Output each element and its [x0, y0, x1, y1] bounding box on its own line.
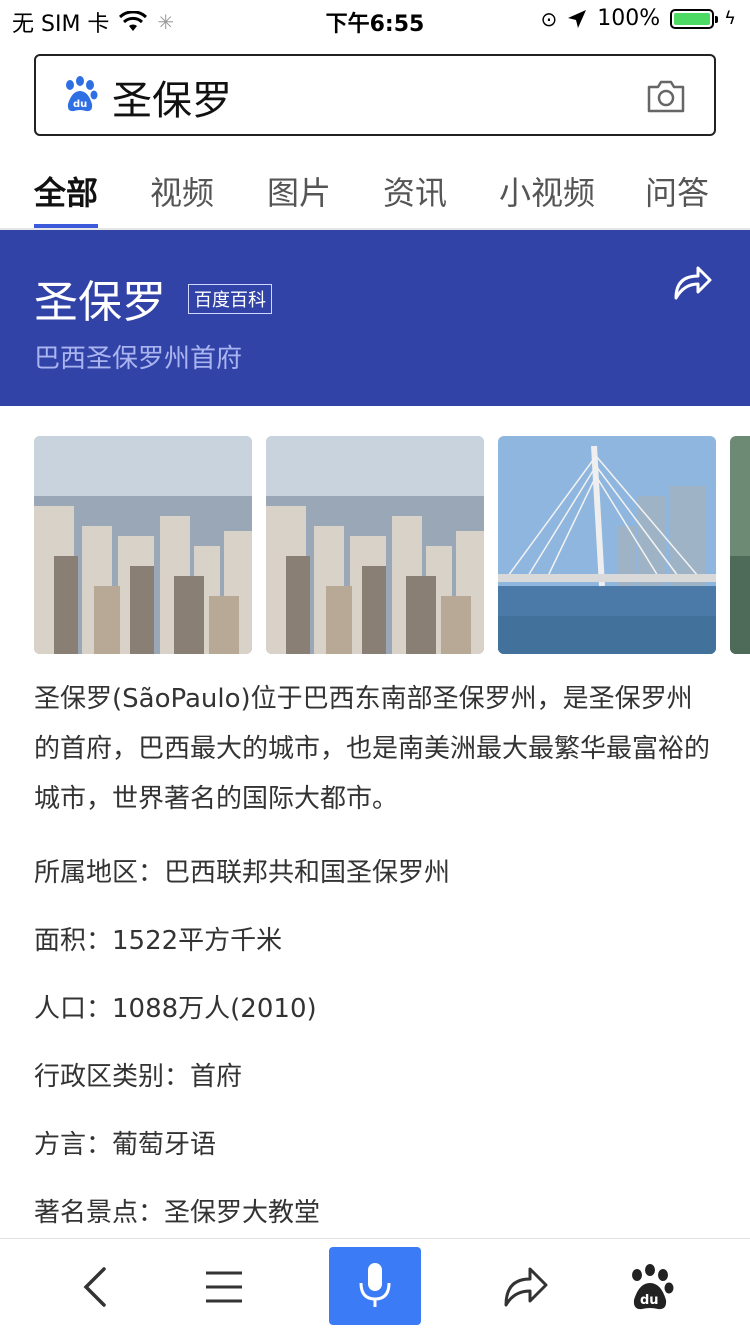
camera-icon[interactable]: [646, 78, 686, 114]
gallery-image-city-aerial-2[interactable]: [266, 436, 484, 654]
svg-text:du: du: [640, 1293, 659, 1308]
battery-percent: 100%: [597, 6, 661, 31]
microphone-icon: [359, 1263, 391, 1307]
voice-search-button[interactable]: [329, 1247, 421, 1325]
status-bar: 无 SIM 卡 ✳ 下午6:55 ⊙ 100% ϟ: [0, 0, 750, 40]
gallery-image-city-aerial[interactable]: [34, 436, 252, 654]
back-icon[interactable]: [70, 1261, 122, 1313]
baidu-paw-icon: du: [66, 76, 98, 112]
tab-short-video[interactable]: 小视频: [499, 168, 595, 214]
image-gallery[interactable]: [34, 436, 750, 654]
tab-qa[interactable]: 问答: [645, 168, 709, 214]
encyclopedia-header[interactable]: 圣保罗 百度百科 巴西圣保罗州首府: [0, 230, 750, 406]
fact-admin-type: 行政区类别：首府: [34, 1062, 243, 1092]
tab-video[interactable]: 视频: [150, 168, 214, 214]
source-badge: 百度百科: [188, 284, 272, 314]
cable-bridge-photo: [498, 436, 716, 654]
search-query[interactable]: 圣保罗: [112, 68, 232, 126]
summary-text: 圣保罗(SãoPaulo)位于巴西东南部圣保罗州，是圣保罗州的首府，巴西最大的城…: [34, 684, 711, 814]
tab-news[interactable]: 资讯: [383, 168, 447, 214]
bottom-toolbar: du: [0, 1238, 750, 1335]
page-title: 圣保罗: [34, 277, 166, 328]
status-right: ⊙ 100% ϟ: [540, 6, 736, 31]
gallery-image-bridge[interactable]: [498, 436, 716, 654]
baidu-logo-icon[interactable]: du: [624, 1261, 676, 1313]
share-icon[interactable]: [672, 262, 714, 302]
charging-icon: ϟ: [724, 8, 736, 29]
orientation-lock-icon: ⊙: [540, 6, 558, 31]
city-aerial-photo: [266, 436, 484, 654]
fact-landmark: 著名景点：圣保罗大教堂: [34, 1198, 321, 1228]
fact-language: 方言：葡萄牙语: [34, 1130, 217, 1160]
battery-icon: [670, 8, 719, 29]
active-tab-indicator: [34, 224, 98, 228]
svg-text:du: du: [73, 99, 87, 110]
page-subtitle: 巴西圣保罗州首府: [34, 344, 243, 374]
forward-icon[interactable]: [500, 1261, 552, 1313]
menu-icon[interactable]: [198, 1261, 250, 1313]
fact-population: 人口：1088万人(2010): [34, 994, 317, 1024]
fact-area: 面积：1522平方千米: [34, 926, 283, 956]
location-arrow-icon: [568, 9, 587, 28]
search-tabs: 全部 视频 图片 资讯 小视频 问答: [0, 160, 750, 230]
gallery-image-partial[interactable]: [730, 436, 750, 654]
city-photo: [730, 436, 750, 654]
search-bar[interactable]: du 圣保罗: [34, 54, 716, 136]
tab-all[interactable]: 全部: [34, 168, 98, 214]
tab-images[interactable]: 图片: [267, 168, 331, 214]
fact-region: 所属地区：巴西联邦共和国圣保罗州: [34, 858, 451, 888]
city-aerial-photo: [34, 436, 252, 654]
